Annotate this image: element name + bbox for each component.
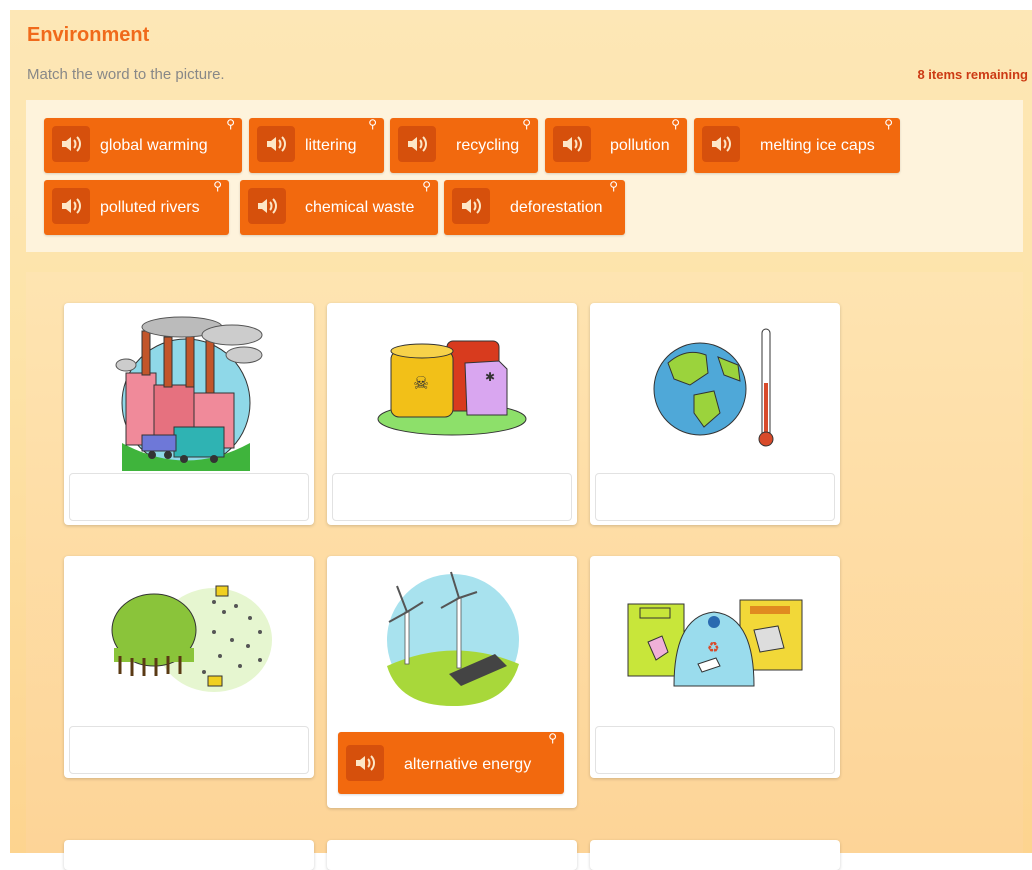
picture-card-factory [64,303,314,525]
picture-card [590,840,840,870]
word-label: deforestation [510,199,603,216]
pin-icon: ⚲ [671,117,680,131]
chemical-barrels-picture: ☠ ✱ [377,340,527,436]
items-remaining-counter: 8 items remaining [917,67,1028,82]
word-tile-melting-ice-caps[interactable]: melting ice caps ⚲ [694,118,900,173]
pin-icon: ⚲ [884,117,893,131]
word-label: polluted rivers [100,199,200,216]
word-tile-polluted-rivers[interactable]: polluted rivers ⚲ [44,180,229,235]
speaker-icon [563,136,582,152]
answer-drop-zone[interactable] [69,726,309,774]
speaker-icon [408,136,427,152]
word-label: pollution [610,137,670,154]
speaker-icon [267,136,286,152]
pin-icon: ⚲ [522,117,531,131]
picture-card [64,840,314,870]
answer-drop-zone[interactable] [595,473,835,521]
picture-card-wind-turbines: alternative energy ⚲ [327,556,577,808]
speaker-button[interactable] [248,188,286,224]
word-label: global warming [100,137,208,154]
pin-icon: ⚲ [213,179,222,193]
picture-card [327,840,577,870]
speaker-button[interactable] [452,188,490,224]
speaker-button[interactable] [52,188,90,224]
speaker-icon [62,198,81,214]
word-tile-littering[interactable]: littering ⚲ [249,118,384,173]
picture-card-chemical-barrels: ☠ ✱ [327,303,577,525]
svg-text:♻: ♻ [707,640,720,656]
pin-icon: ⚲ [422,179,431,193]
word-bank: global warming ⚲ littering ⚲ recycling ⚲… [26,100,1023,252]
speaker-button[interactable] [702,126,740,162]
matching-board: ☠ ✱ alternative energy ⚲ ♻ [26,272,1023,870]
picture-card-forest-bulldozer [64,556,314,778]
word-tile-chemical-waste[interactable]: chemical waste ⚲ [240,180,438,235]
forest-bulldozer-picture [111,585,272,692]
word-label: melting ice caps [760,137,875,154]
speaker-icon [462,198,481,214]
placed-word-alternative-energy[interactable]: alternative energy ⚲ [338,732,564,794]
recycling-bins-picture: ♻ [627,599,803,687]
speaker-icon [62,136,81,152]
factory-smoke-picture [115,316,263,471]
answer-drop-zone[interactable] [332,473,572,521]
activity-page: Environment Match the word to the pictur… [10,10,1032,870]
speaker-button[interactable] [257,126,295,162]
speaker-icon [356,755,375,771]
word-label: chemical waste [305,199,415,216]
word-label: littering [305,137,357,154]
picture-card-globe-thermometer [590,303,840,525]
answer-drop-zone[interactable]: alternative energy ⚲ [338,732,566,796]
globe-thermometer-picture [653,328,774,447]
speaker-icon [712,136,731,152]
speaker-button[interactable] [398,126,436,162]
word-tile-recycling[interactable]: recycling ⚲ [390,118,538,173]
speaker-icon [258,198,277,214]
word-tile-global-warming[interactable]: global warming ⚲ [44,118,242,173]
pin-icon: ⚲ [609,179,618,193]
instruction-text: Match the word to the picture. [27,66,225,83]
word-tile-pollution[interactable]: pollution ⚲ [545,118,687,173]
speaker-button[interactable] [52,126,90,162]
pin-icon: ⚲ [368,117,377,131]
word-tile-deforestation[interactable]: deforestation ⚲ [444,180,625,235]
svg-text:✱: ✱ [485,370,495,384]
pin-icon: ⚲ [548,731,557,745]
speaker-button[interactable] [346,745,384,781]
speaker-button[interactable] [553,126,591,162]
answer-drop-zone[interactable] [595,726,835,774]
page-title: Environment [27,24,150,46]
word-label: recycling [456,137,520,154]
pin-icon: ⚲ [226,117,235,131]
answer-drop-zone[interactable] [69,473,309,521]
wind-turbines-picture [387,571,519,706]
picture-card-recycling-bins: ♻ [590,556,840,778]
word-label: alternative energy [404,756,532,773]
svg-text:☠: ☠ [413,373,429,394]
